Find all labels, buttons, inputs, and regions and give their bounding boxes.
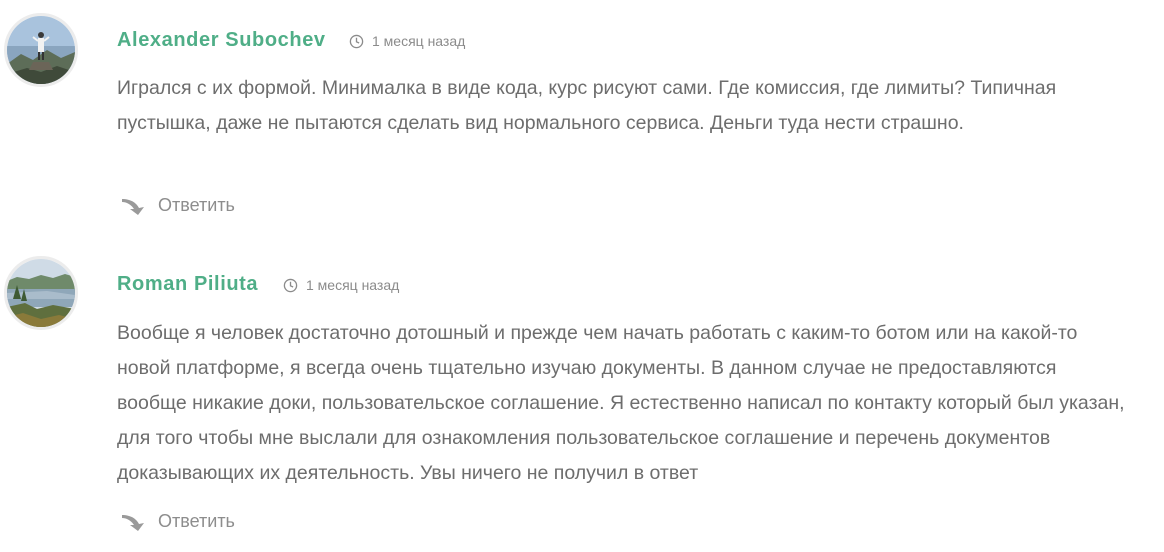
comment-timestamp: 1 месяц назад	[283, 277, 399, 293]
reply-button[interactable]: Ответить	[120, 511, 235, 532]
comment-timestamp: 1 месяц назад	[349, 33, 465, 49]
clock-icon	[349, 34, 364, 48]
comment-author[interactable]: Roman Piliuta	[117, 273, 258, 296]
comment-author[interactable]: Alexander Subochev	[117, 29, 326, 52]
clock-icon	[283, 278, 298, 292]
avatar[interactable]	[4, 13, 78, 87]
reply-arrow-icon	[122, 198, 144, 215]
reply-arrow-icon	[122, 514, 144, 531]
comment-text: Игрался с их формой. Минималка в виде ко…	[117, 77, 1057, 134]
comment-text: Вообще я человек достаточно дотошный и п…	[117, 322, 1125, 484]
comment-time-text: 1 месяц назад	[306, 277, 400, 293]
reply-label: Ответить	[158, 511, 235, 531]
avatar[interactable]	[4, 256, 78, 330]
reply-button[interactable]: Ответить	[120, 195, 235, 216]
avatar-person-on-mountain-icon	[7, 16, 75, 84]
comment-time-text: 1 месяц назад	[372, 33, 466, 49]
avatar-lake-landscape-icon	[7, 259, 75, 327]
reply-label: Ответить	[158, 195, 235, 215]
